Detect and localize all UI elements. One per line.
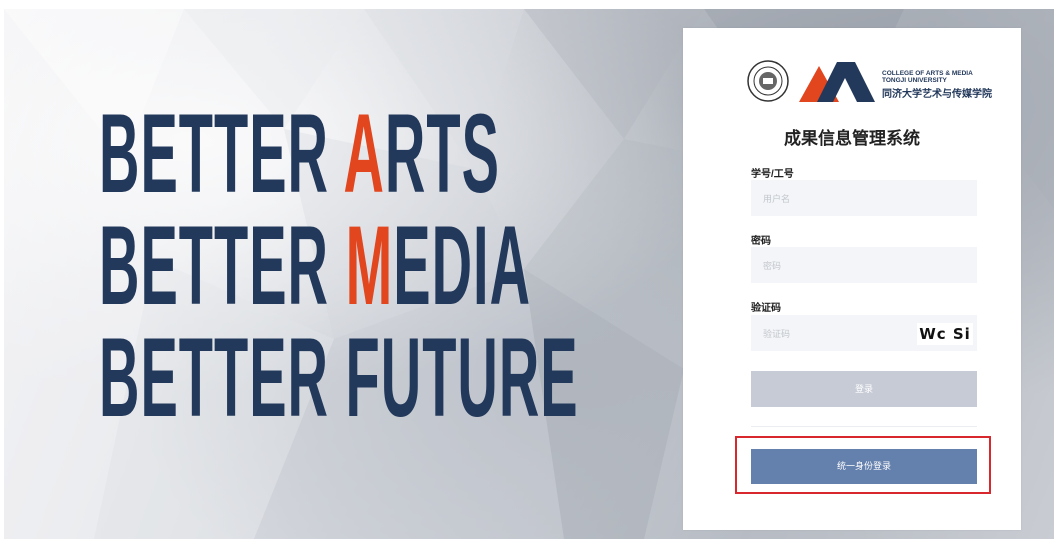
username-placeholder: 用户名 xyxy=(763,194,791,204)
login-panel: COLLEGE OF ARTS & MEDIA TONGJI UNIVERSIT… xyxy=(683,28,1021,530)
college-name-en: COLLEGE OF ARTS & MEDIA TONGJI UNIVERSIT… xyxy=(882,70,973,84)
login-page: BETTER ARTS BETTER MEDIA BETTER FUTURE C… xyxy=(0,0,1054,539)
slogan-line-1: BETTER ARTS xyxy=(99,91,500,216)
slogan-line-3: BETTER FUTURE xyxy=(99,315,579,440)
divider xyxy=(751,426,977,427)
password-placeholder: 密码 xyxy=(763,261,782,271)
username-input[interactable]: 用户名 xyxy=(751,180,977,216)
sso-login-button[interactable]: 统一身份登录 xyxy=(751,449,977,484)
college-name-cn: 同济大学艺术与传媒学院 xyxy=(882,89,992,100)
captcha-image[interactable]: Wc Si xyxy=(917,323,973,345)
captcha-input[interactable]: 验证码 Wc Si xyxy=(751,315,977,351)
password-label: 密码 xyxy=(751,236,771,247)
captcha-placeholder: 验证码 xyxy=(763,329,791,339)
password-input[interactable]: 密码 xyxy=(751,247,977,283)
tongji-seal-icon xyxy=(747,60,789,102)
college-mark-icon xyxy=(799,62,875,102)
login-button[interactable]: 登录 xyxy=(751,371,977,407)
captcha-label: 验证码 xyxy=(751,303,781,314)
college-logo: COLLEGE OF ARTS & MEDIA TONGJI UNIVERSIT… xyxy=(747,56,992,106)
system-title: 成果信息管理系统 xyxy=(784,129,920,148)
username-label: 学号/工号 xyxy=(751,169,794,180)
slogan-line-2: BETTER MEDIA xyxy=(99,203,532,328)
